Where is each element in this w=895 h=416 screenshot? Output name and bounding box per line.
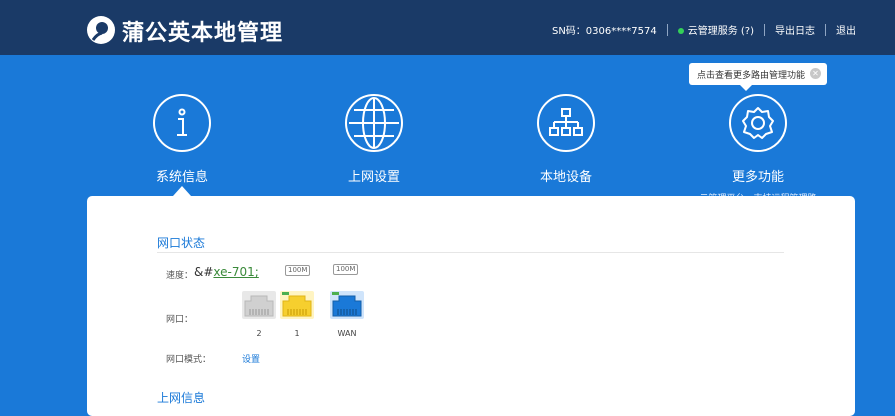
nav-internet-settings[interactable]: 上网设置	[314, 94, 434, 185]
status-dot-icon	[677, 28, 684, 34]
nav-label: 上网设置	[347, 170, 400, 185]
section-divider	[157, 252, 784, 253]
top-header: 蒲公英本地管理 SN码：0306****7574 云管理服务 (?) 导出日志 …	[0, 0, 895, 55]
close-icon[interactable]: ✕	[810, 68, 821, 79]
ethernet-port-icon	[330, 291, 364, 319]
tooltip-text: 点击查看更多路由管理功能	[697, 70, 806, 81]
speed-value: &#xe-701;	[194, 265, 259, 279]
nav-label: 本地设备	[539, 170, 592, 185]
globe-icon	[345, 94, 403, 152]
port-label: 网口：	[166, 315, 194, 325]
port-mode-label: 网口模式：	[166, 355, 212, 365]
nav-system-info[interactable]: 系统信息	[122, 94, 242, 185]
dandelion-logo-icon	[87, 16, 115, 44]
nav-local-devices[interactable]: 本地设备	[506, 94, 626, 185]
port-name: 2	[256, 329, 262, 338]
tooltip-caret	[740, 85, 752, 91]
speed-value-link[interactable]: xe-701;	[213, 265, 258, 279]
export-log-link[interactable]: 导出日志	[775, 22, 815, 37]
port-name: WAN	[337, 329, 357, 338]
port-status-title: 网口状态	[157, 236, 206, 250]
more-features-tooltip: 点击查看更多路由管理功能 ✕	[689, 63, 827, 85]
info-icon	[153, 94, 211, 152]
network-tree-icon	[537, 94, 595, 152]
speed-value-prefix: &#	[194, 265, 214, 279]
ethernet-port-icon	[280, 291, 314, 319]
speed-badge: 100M	[285, 265, 311, 276]
brand-title: 蒲公英本地管理	[122, 21, 284, 46]
cloud-service-link[interactable]: 云管理服务 (?)	[677, 22, 754, 37]
port-name: 1	[294, 329, 300, 338]
active-tab-indicator	[173, 186, 191, 196]
cloud-service-label: 云管理服务 (?)	[687, 26, 754, 37]
content-panel: 网口状态 速度： &#xe-701; 100M 100M 网口： 2 1 WAN…	[87, 196, 855, 416]
speed-label: 速度：	[166, 271, 194, 281]
nav-label: 更多功能	[731, 170, 784, 185]
ethernet-port-icon	[242, 291, 276, 319]
logout-link[interactable]: 退出	[836, 22, 856, 37]
gear-icon	[729, 94, 787, 152]
speed-badge: 100M	[333, 264, 359, 275]
nav-label: 系统信息	[155, 170, 208, 185]
port-mode-settings-link[interactable]: 设置	[242, 352, 260, 365]
internet-info-title: 上网信息	[157, 391, 206, 405]
serial-number: SN码：0306****7574	[551, 26, 657, 37]
